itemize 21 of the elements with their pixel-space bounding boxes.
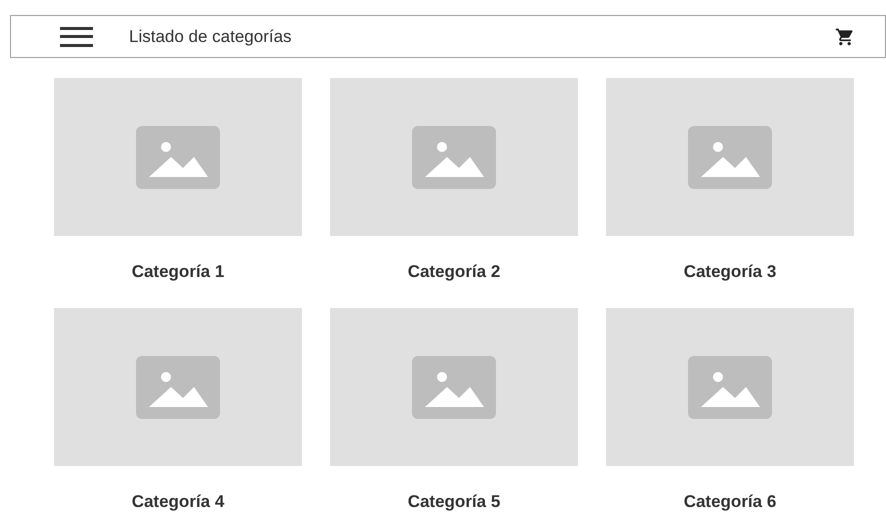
image-placeholder[interactable] [54,78,302,236]
menu-icon[interactable] [60,26,93,46]
category-title: Categoría 6 [684,491,776,514]
image-icon [688,356,772,418]
page-title: Listado de categorías [129,26,292,48]
category-title: Categoría 2 [408,261,500,284]
category-title: Categoría 3 [684,261,776,284]
image-placeholder[interactable] [330,308,578,466]
image-placeholder[interactable] [330,78,578,236]
image-icon [136,356,220,418]
image-placeholder[interactable] [54,308,302,466]
cart-icon[interactable] [835,26,855,46]
image-placeholder[interactable] [606,78,854,236]
image-icon [412,356,496,418]
category-title: Categoría 1 [132,261,224,284]
category-title: Categoría 5 [408,491,500,514]
image-icon [136,126,220,188]
image-placeholder[interactable] [606,308,854,466]
image-icon [688,126,772,188]
image-icon [412,126,496,188]
category-title: Categoría 4 [132,491,224,514]
